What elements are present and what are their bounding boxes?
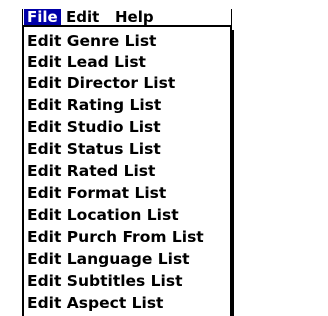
menu-item-edit-rated-list[interactable]: Edit Rated List bbox=[27, 161, 155, 182]
menu-edit[interactable]: Edit bbox=[66, 9, 99, 25]
file-menu-dropdown: Edit Genre List Edit Lead List Edit Dire… bbox=[22, 27, 232, 316]
menu-bar: File Edit Help bbox=[22, 9, 232, 27]
menu-item-edit-studio-list[interactable]: Edit Studio List bbox=[27, 117, 161, 138]
menu-item-edit-lead-list[interactable]: Edit Lead List bbox=[27, 52, 146, 73]
menu-item-edit-format-list[interactable]: Edit Format List bbox=[27, 183, 166, 204]
menu-item-edit-purch-from-list[interactable]: Edit Purch From List bbox=[27, 227, 204, 248]
menu-item-edit-subtitles-list[interactable]: Edit Subtitles List bbox=[27, 271, 183, 292]
menu-item-edit-director-list[interactable]: Edit Director List bbox=[27, 73, 175, 94]
menu-item-edit-location-list[interactable]: Edit Location List bbox=[27, 205, 179, 226]
menu-shadow bbox=[232, 30, 234, 316]
menu-item-edit-language-list[interactable]: Edit Language List bbox=[27, 249, 190, 270]
menu-file[interactable]: File bbox=[24, 9, 61, 25]
menu-item-edit-genre-list[interactable]: Edit Genre List bbox=[27, 31, 156, 52]
menu-item-edit-status-list[interactable]: Edit Status List bbox=[27, 139, 161, 160]
menu-item-edit-rating-list[interactable]: Edit Rating List bbox=[27, 95, 161, 116]
menu-item-edit-aspect-list[interactable]: Edit Aspect List bbox=[27, 293, 163, 314]
menu-help[interactable]: Help bbox=[115, 9, 154, 25]
